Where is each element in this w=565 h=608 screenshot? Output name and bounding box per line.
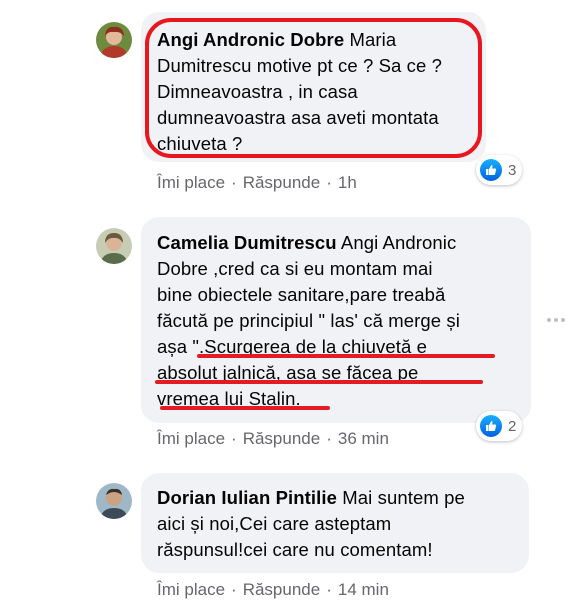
separator-dot: ·: [326, 173, 332, 192]
comment-actions: Îmi place · Răspunde · 14 min: [157, 580, 389, 600]
red-annotation-box: [145, 18, 482, 158]
avatar-photo: [96, 228, 132, 264]
reply-link[interactable]: Răspunde: [243, 173, 321, 192]
comment-text: Dorian Iulian Pintilie Mai suntem pe aic…: [157, 485, 465, 563]
like-link[interactable]: Îmi place: [157, 580, 225, 599]
comment-actions: Îmi place · Răspunde · 1h: [157, 173, 357, 193]
avatar[interactable]: [96, 228, 132, 264]
separator-dot: ·: [231, 580, 237, 599]
comment-line: Angi Andronic: [336, 232, 457, 253]
red-underline: [197, 354, 495, 358]
avatar[interactable]: [96, 483, 132, 519]
reaction-counter[interactable]: 3: [476, 155, 523, 185]
comment-author[interactable]: Dorian Iulian Pintilie: [157, 487, 337, 508]
red-underline: [160, 406, 330, 410]
reaction-counter[interactable]: 2: [476, 411, 523, 441]
like-link[interactable]: Îmi place: [157, 173, 225, 192]
comment-text: Camelia Dumitrescu Angi Andronic Dobre ,…: [157, 230, 460, 412]
separator-dot: ·: [231, 429, 237, 448]
like-link[interactable]: Îmi place: [157, 429, 225, 448]
comment-line: Mai suntem pe: [337, 487, 465, 508]
avatar-photo: [96, 483, 132, 519]
avatar[interactable]: [96, 22, 132, 58]
red-underline: [155, 380, 483, 384]
comment-line: bine obiectele sanitare,pare treabă: [157, 284, 446, 305]
comment-line: răspunsul!cei care nu comentam!: [157, 539, 433, 560]
comment-line: aici și noi,Cei care asteptam: [157, 513, 392, 534]
comment-line: Dobre ,cred ca si eu montam mai: [157, 258, 433, 279]
separator-dot: ·: [231, 173, 237, 192]
timestamp-link[interactable]: 14 min: [338, 580, 389, 599]
comment-actions: Îmi place · Răspunde · 36 min: [157, 429, 389, 449]
reply-link[interactable]: Răspunde: [243, 580, 321, 599]
like-reaction-icon: [480, 159, 502, 181]
reaction-count: 2: [508, 417, 517, 435]
reaction-count: 3: [508, 161, 517, 179]
comment-line: făcută pe principiul " las' că merge și: [157, 310, 460, 331]
comment-author[interactable]: Camelia Dumitrescu: [157, 232, 337, 253]
separator-dot: ·: [326, 429, 332, 448]
avatar-photo: [96, 22, 132, 58]
reply-link[interactable]: Răspunde: [243, 429, 321, 448]
more-options-icon[interactable]: [547, 318, 565, 322]
timestamp-link[interactable]: 1h: [338, 173, 357, 192]
like-reaction-icon: [480, 415, 502, 437]
timestamp-link[interactable]: 36 min: [338, 429, 389, 448]
separator-dot: ·: [326, 580, 332, 599]
